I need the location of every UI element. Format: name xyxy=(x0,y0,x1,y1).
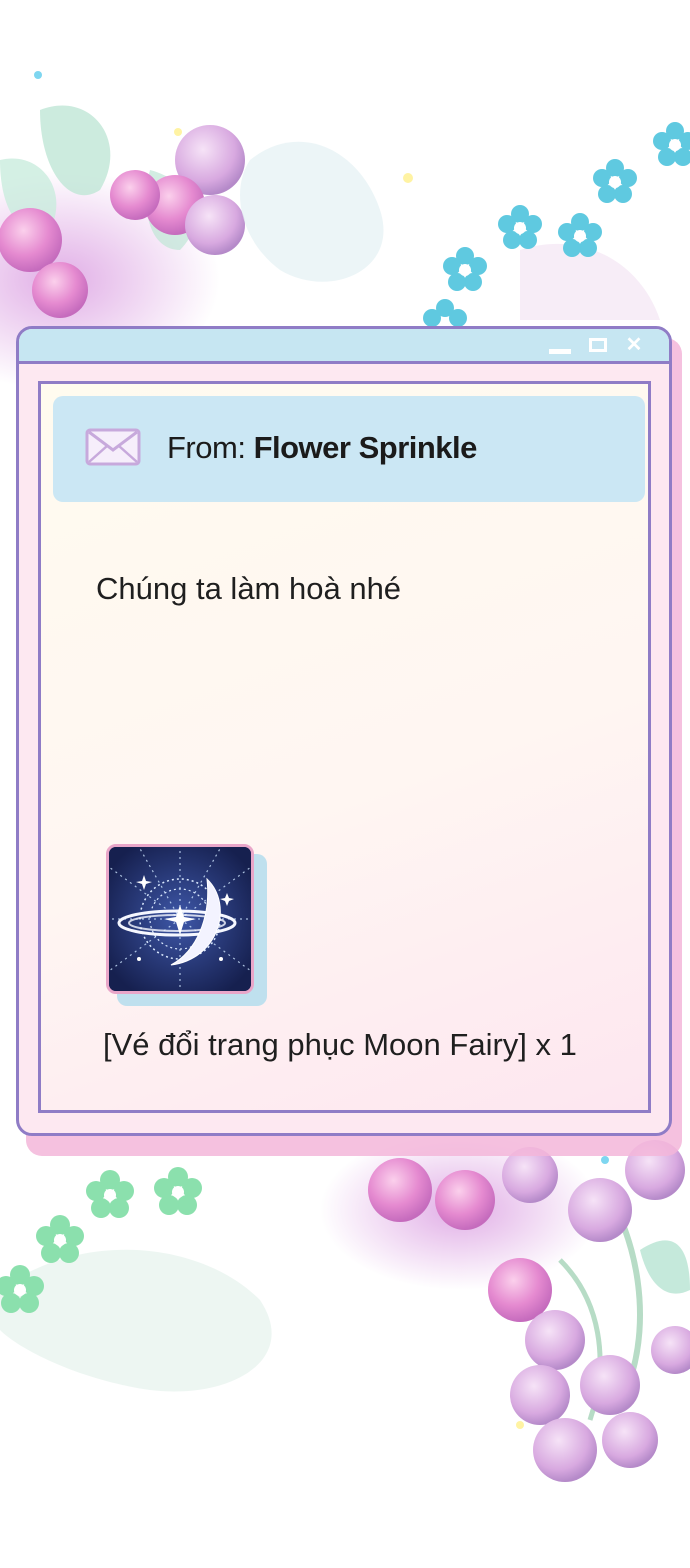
window-titlebar[interactable]: ✕ xyxy=(19,329,669,364)
minimize-icon xyxy=(549,348,571,354)
maximize-icon xyxy=(589,338,607,352)
maximize-button[interactable] xyxy=(585,335,611,355)
attachment-item[interactable] xyxy=(106,844,254,994)
mail-content: From: Flower Sprinkle Chúng ta làm hoà n… xyxy=(38,381,651,1113)
envelope-icon xyxy=(85,428,141,466)
minimize-button[interactable] xyxy=(547,335,573,355)
from-label: From: xyxy=(167,430,246,465)
close-icon: ✕ xyxy=(625,334,643,356)
sender-line: From: Flower Sprinkle xyxy=(167,428,477,468)
mail-window: ✕ From: Flower Sprinkle Chúng ta làm hoà… xyxy=(16,326,672,1136)
attachment-label: [Vé đổi trang phục Moon Fairy] x 1 xyxy=(103,1027,577,1062)
sender-name: Flower Sprinkle xyxy=(253,430,478,465)
sender-bar: From: Flower Sprinkle xyxy=(53,396,645,502)
close-button[interactable]: ✕ xyxy=(621,335,647,355)
moon-fairy-ticket-icon xyxy=(109,847,251,991)
message-body: Chúng ta làm hoà nhé xyxy=(96,571,402,606)
